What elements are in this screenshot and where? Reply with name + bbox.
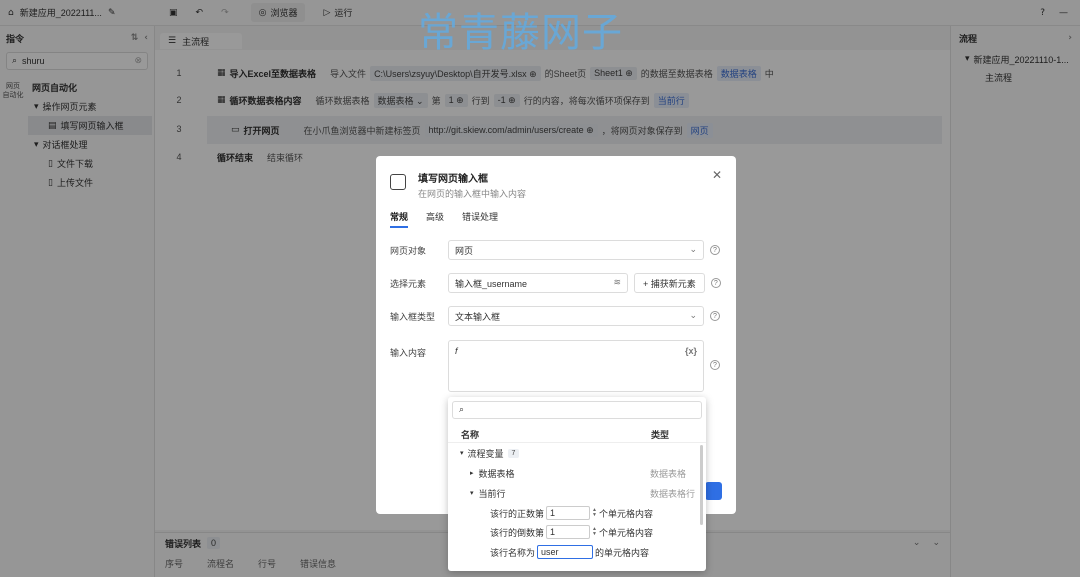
tab-error-handling[interactable]: 错误处理: [462, 210, 498, 228]
help-icon[interactable]: ?: [710, 360, 720, 370]
page-object-select[interactable]: 网页 ⌄: [448, 240, 704, 260]
variable-group[interactable]: ▾ 流程变量 7: [448, 444, 698, 462]
option-text: 该行名称为: [490, 547, 536, 558]
help-icon[interactable]: ?: [710, 278, 721, 288]
option-text: 个单元格内容: [598, 508, 653, 519]
option-text: 的单元格内容: [595, 547, 650, 558]
form-icon: [390, 174, 406, 190]
element-label: 选择元素: [390, 278, 427, 289]
variable-search-input[interactable]: ⌕: [452, 401, 702, 419]
chevron-down-icon: ⌄: [689, 311, 697, 321]
variable-name: 数据表格: [478, 468, 515, 479]
row-reverse-input[interactable]: 1: [546, 525, 591, 539]
element-row: 选择元素 输入框_username ≋ + 捕获新元素 ?: [390, 273, 721, 293]
search-icon: ⌕: [459, 405, 465, 415]
option-text: 个单元格内容: [598, 527, 653, 538]
page-object-label: 网页对象: [390, 245, 427, 256]
caret-down-icon: ▾: [460, 449, 464, 457]
variable-type: 数据表格行: [650, 488, 696, 499]
page-object-value: 网页: [455, 245, 474, 256]
input-type-row: 输入框类型 文本输入框 ⌄ ?: [390, 306, 720, 326]
variable-item[interactable]: ▾ 当前行 数据表格行: [448, 484, 698, 502]
row-index-input[interactable]: 1: [546, 506, 591, 520]
variable-count-badge: 7: [507, 448, 520, 458]
tab-general[interactable]: 常规: [390, 210, 409, 228]
variable-table-header: 名称 类型: [448, 427, 706, 443]
row-index-option[interactable]: 该行的正数第 1 ▲ ▼ 个单元格内容: [448, 504, 698, 522]
layers-icon[interactable]: ≋: [613, 278, 621, 288]
scrollbar[interactable]: [700, 445, 703, 525]
help-icon[interactable]: ?: [710, 245, 720, 255]
input-type-value: 文本输入框: [455, 311, 501, 322]
caret-down-icon: ▾: [470, 489, 474, 497]
option-text: 该行的倒数第: [490, 527, 545, 538]
dialog-subtitle: 在网页的输入框中输入内容: [418, 189, 527, 199]
input-type-select[interactable]: 文本输入框 ⌄: [448, 306, 704, 326]
variable-icon[interactable]: {x}: [685, 346, 697, 356]
fx-icon[interactable]: f: [455, 346, 458, 356]
chevron-down-icon: ⌄: [689, 245, 697, 255]
variable-type: 数据表格: [650, 468, 687, 479]
stepper-icon[interactable]: ▲ ▼: [592, 508, 597, 518]
dialog-tabs: 常规 高级 错误处理: [390, 210, 498, 228]
help-icon[interactable]: ?: [710, 311, 720, 321]
option-text: 该行的正数第: [490, 508, 545, 519]
element-select[interactable]: 输入框_username ≋: [448, 273, 628, 293]
element-value: 输入框_username: [455, 278, 528, 289]
capture-element-button[interactable]: + 捕获新元素: [634, 273, 705, 293]
dialog-title: 填写网页输入框: [418, 174, 488, 185]
variable-item[interactable]: ▸ 数据表格 数据表格: [448, 464, 698, 482]
caret-right-icon: ▸: [470, 469, 474, 477]
variable-picker: ⌕ 名称 类型 ▾ 流程变量 7 ▸ 数据表格 数据表格 ▾ 当前行 数据表格行…: [448, 397, 706, 571]
watermark: 常青藤网子: [418, 10, 623, 56]
variable-name: 当前行: [478, 488, 506, 499]
row-reverse-option[interactable]: 该行的倒数第 1 ▲ ▼ 个单元格内容: [448, 523, 698, 541]
stepper-icon[interactable]: ▲ ▼: [592, 527, 597, 537]
variable-group-label: 流程变量: [467, 448, 504, 459]
confirm-button[interactable]: [705, 482, 722, 500]
column-name: 名称: [461, 430, 480, 440]
input-type-label: 输入框类型: [390, 311, 436, 322]
row-name-option[interactable]: 该行名称为 user 的单元格内容: [448, 543, 698, 561]
content-input[interactable]: f {x}: [448, 340, 704, 392]
column-type: 类型: [651, 430, 670, 440]
row-name-input[interactable]: user: [537, 545, 594, 559]
close-icon[interactable]: ✕: [712, 168, 722, 182]
tab-advanced[interactable]: 高级: [426, 210, 444, 228]
content-row: 输入内容 f {x} ?: [390, 340, 720, 392]
page-object-row: 网页对象 网页 ⌄ ?: [390, 240, 720, 260]
content-label: 输入内容: [390, 348, 427, 358]
